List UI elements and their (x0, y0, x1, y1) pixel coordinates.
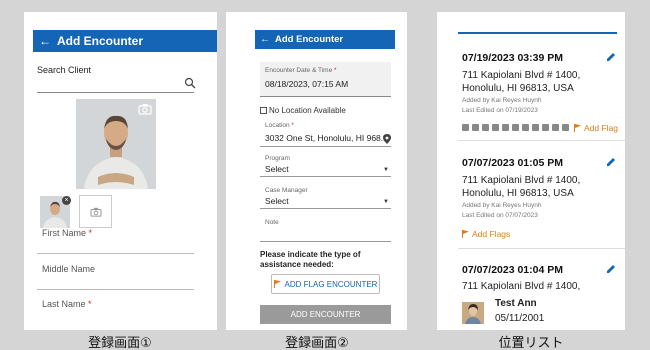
page-title: Add Encounter (57, 34, 143, 48)
encounter-datetime-value: 08/18/2023, 07:15 AM (265, 79, 349, 89)
encounter-address: 711 Kapiolani Blvd # 1400, Honolulu, HI … (462, 70, 581, 94)
added-by: Added by Kai Reyes Huynh (462, 202, 542, 209)
assistance-icon (552, 124, 559, 131)
assistance-icon (492, 124, 499, 131)
client-photo (76, 99, 156, 189)
middle-name-label: Middle Name (42, 264, 96, 274)
app-bar: ← Add Encounter (33, 30, 217, 52)
app-bar: ← Add Encounter (255, 30, 395, 49)
first-name-underline (37, 253, 194, 254)
search-icon[interactable] (184, 77, 196, 89)
first-name-field[interactable]: First Name * (42, 228, 92, 238)
note-input[interactable] (260, 241, 391, 242)
assistance-icon (462, 124, 469, 131)
add-flag-link[interactable]: Add Flag (574, 123, 618, 133)
caption-register-1: 登録画面① (88, 336, 152, 350)
last-edited: Last Edited on 07/19/2023 (462, 107, 538, 114)
program-label: Program (265, 155, 290, 162)
add-photo-button[interactable] (79, 195, 112, 228)
assistance-icon-row (462, 124, 569, 131)
add-flags-link[interactable]: Add Flags (462, 229, 510, 239)
avatar (462, 302, 484, 324)
assistance-icon (502, 124, 509, 131)
assistance-prompt: Please indicate the type of assistance n… (260, 250, 361, 269)
assistance-icon (562, 124, 569, 131)
required-mark: * (88, 299, 92, 309)
camera-icon[interactable] (138, 103, 152, 115)
middle-name-underline (37, 289, 194, 290)
encounter-address: 711 Kapiolani Blvd # 1400, Honolulu, (462, 281, 581, 292)
last-name-label: Last Name (42, 299, 86, 309)
encounter-address: 711 Kapiolani Blvd # 1400, Honolulu, HI … (462, 175, 581, 199)
pencil-icon[interactable] (607, 157, 616, 166)
location-underline (260, 146, 391, 147)
pencil-icon[interactable] (607, 52, 616, 61)
case-manager-label: Case Manager (265, 187, 308, 194)
chevron-down-icon: ▼ (383, 167, 389, 173)
location-value[interactable]: 3032 One St, Honolulu, HI 968... (265, 133, 388, 143)
case-manager-select[interactable]: Select (265, 196, 289, 206)
required-mark: * (88, 228, 93, 238)
add-flags-label: Add Flags (472, 229, 511, 239)
remove-photo-close-icon[interactable]: × (62, 196, 71, 205)
assistance-icon (522, 124, 529, 131)
add-encounter-button[interactable]: ADD ENCOUNTER (260, 305, 391, 324)
screen-location-list: 07/19/2023 03:39 PM 711 Kapiolani Blvd #… (437, 12, 625, 330)
encounter-datetime-label: Encounter Date & Time * (265, 67, 337, 74)
add-flag-encounter-button[interactable]: ADD FLAG ENCOUNTER (271, 274, 380, 294)
flag-icon (462, 230, 469, 238)
encounter-date: 07/07/2023 01:05 PM (462, 157, 563, 169)
location-pin-icon[interactable] (383, 134, 391, 144)
last-edited: Last Edited on 07/07/2023 (462, 212, 538, 219)
no-location-checkbox[interactable] (260, 107, 267, 114)
assistance-icon (472, 124, 479, 131)
card-divider (458, 248, 625, 249)
no-location-label: No Location Available (269, 106, 346, 115)
caption-register-2: 登録画面② (285, 336, 349, 350)
middle-name-field[interactable]: Middle Name (42, 264, 95, 274)
last-name-field[interactable]: Last Name * (42, 299, 92, 309)
search-client-input[interactable] (37, 92, 194, 93)
note-label: Note (265, 219, 279, 226)
encounter-date: 07/07/2023 01:04 PM (462, 264, 563, 276)
program-select[interactable]: Select (265, 164, 289, 174)
first-name-label: First Name (42, 228, 87, 238)
back-arrow-icon[interactable]: ← (255, 34, 275, 45)
program-underline (260, 176, 391, 177)
card-divider (458, 140, 625, 141)
chevron-down-icon: ▼ (383, 199, 389, 205)
flag-icon (574, 124, 581, 132)
flag-icon (273, 280, 281, 288)
encounter-date: 07/19/2023 03:39 PM (462, 52, 563, 64)
screen-register-1: ← Add Encounter Search Client × First Na… (24, 12, 217, 330)
page-title: Add Encounter (275, 34, 344, 45)
person-dob: 05/11/2001 (495, 313, 545, 324)
location-label: Location * (265, 122, 294, 129)
back-arrow-icon[interactable]: ← (33, 34, 57, 48)
add-flag-encounter-label: ADD FLAG ENCOUNTER (284, 279, 378, 289)
person-name: Test Ann (495, 298, 537, 309)
assistance-icon (482, 124, 489, 131)
camera-icon (90, 207, 101, 217)
top-accent-bar (458, 32, 617, 34)
assistance-icon (532, 124, 539, 131)
case-manager-underline (260, 208, 391, 209)
assistance-icon (542, 124, 549, 131)
added-by: Added by Kai Reyes Huynh (462, 97, 542, 104)
assistance-icon (512, 124, 519, 131)
screen-register-2: ← Add Encounter Encounter Date & Time * … (226, 12, 407, 330)
search-client-label: Search Client (37, 65, 92, 75)
caption-location-list: 位置リスト (498, 336, 564, 350)
add-flag-label: Add Flag (584, 123, 619, 133)
pencil-icon[interactable] (607, 264, 616, 273)
